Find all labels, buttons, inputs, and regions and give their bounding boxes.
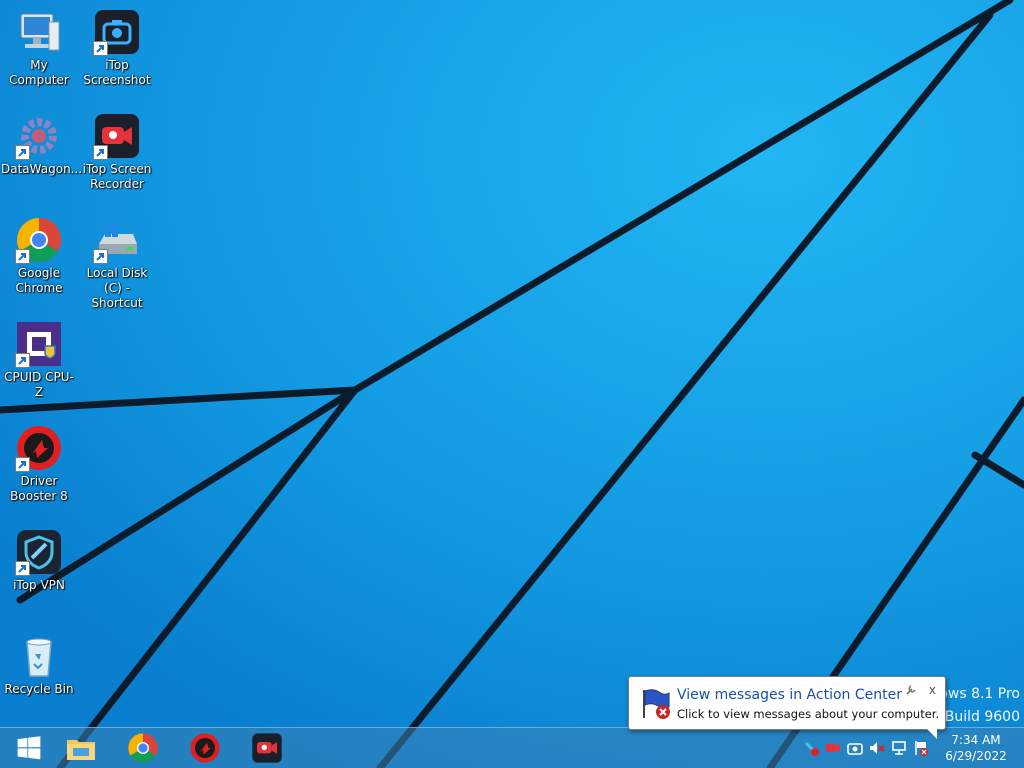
desktop-icon-label: DataWagon... <box>1 162 83 176</box>
folder-icon <box>67 740 95 760</box>
action-center-flag-icon <box>643 689 670 719</box>
speaker-muted-icon[interactable] <box>866 737 888 759</box>
wrench-icon[interactable] <box>905 684 917 696</box>
desktop-icon-label: CPUID CPU-Z <box>4 370 74 399</box>
desktop-icon-label: Driver Booster 8 <box>10 474 68 503</box>
desktop-icon-cpuid-cpu-z[interactable]: CPUID CPU-Z <box>0 314 78 400</box>
shield-icon <box>15 528 63 576</box>
driver-booster-icon <box>15 424 63 472</box>
desktop-icon-label: Local Disk (C) - Shortcut <box>86 266 148 310</box>
notification-close-button[interactable]: x <box>929 683 936 697</box>
camera-app-icon <box>93 8 141 56</box>
shortcut-arrow-icon <box>15 561 30 576</box>
desktop-icon-label: iTop Screenshot <box>83 58 151 87</box>
driver-booster-icon <box>190 733 220 763</box>
taskbar-file-explorer[interactable] <box>52 728 110 768</box>
taskbar-clock[interactable]: 7:34 AM 6/29/2022 <box>936 728 1016 768</box>
desktop-icon-itop-screenshot[interactable]: iTop Screenshot <box>78 2 156 88</box>
shortcut-arrow-icon <box>93 145 108 160</box>
desktop-icon-label: Google Chrome <box>15 266 63 295</box>
action-center-flag-icon[interactable] <box>910 737 932 759</box>
computer-icon <box>15 8 63 56</box>
taskbar-driver-booster[interactable] <box>176 728 234 768</box>
chrome-icon <box>15 216 63 264</box>
desktop-icon-label: My Computer <box>9 58 69 87</box>
desktop-icon-google-chrome[interactable]: Google Chrome <box>0 210 78 296</box>
tray-screen-recorder-icon[interactable] <box>822 737 844 759</box>
taskbar: 7:34 AM 6/29/2022 <box>0 727 1024 768</box>
system-tray <box>800 728 932 768</box>
shortcut-arrow-icon <box>93 41 108 56</box>
balloon-tail <box>927 729 937 739</box>
taskbar-google-chrome[interactable] <box>114 728 172 768</box>
desktop-icon-label: iTop Screen Recorder <box>82 162 152 191</box>
shortcut-arrow-icon <box>15 457 30 472</box>
network-icon[interactable] <box>888 737 910 759</box>
shortcut-arrow-icon <box>15 145 30 160</box>
gear-icon <box>15 112 63 160</box>
desktop-icon-itop-screen-recorder[interactable]: iTop Screen Recorder <box>78 106 156 192</box>
clock-time: 7:34 AM <box>951 733 1001 747</box>
video-camera-icon <box>252 733 282 763</box>
os-watermark-line2: Build 9600 <box>944 709 1020 725</box>
desktop-icon-local-disk-shortcut[interactable]: Local Disk (C) - Shortcut <box>78 210 156 311</box>
desktop-icon-label: Recycle Bin <box>4 682 74 696</box>
notification-title: View messages in Action Center <box>677 687 902 703</box>
desktop-icon-driver-booster[interactable]: Driver Booster 8 <box>0 418 78 504</box>
recycle-bin-icon <box>15 632 63 680</box>
os-watermark-line1: ows 8.1 Pro <box>939 686 1020 702</box>
start-button[interactable] <box>0 728 58 768</box>
hard-drive-icon <box>93 216 141 264</box>
desktop-icon-recycle-bin[interactable]: Recycle Bin <box>0 626 78 697</box>
shortcut-arrow-icon <box>93 249 108 264</box>
windows-logo-icon <box>17 736 41 760</box>
video-camera-icon <box>93 112 141 160</box>
cpu-chip-icon <box>15 320 63 368</box>
tray-camera-icon[interactable] <box>844 737 866 759</box>
action-center-notification[interactable]: View messages in Action Center Click to … <box>628 676 946 739</box>
clock-date: 6/29/2022 <box>945 749 1007 763</box>
desktop-icon-my-computer[interactable]: My Computer <box>0 2 78 88</box>
shortcut-arrow-icon <box>15 249 30 264</box>
taskbar-itop-screen-recorder[interactable] <box>238 728 296 768</box>
chrome-icon <box>128 733 158 763</box>
shortcut-arrow-icon <box>15 353 30 368</box>
desktop-icon-label: iTop VPN <box>13 578 65 592</box>
notification-body: Click to view messages about your comput… <box>677 707 940 721</box>
desktop-icon-datawagon[interactable]: DataWagon... <box>0 106 83 177</box>
tray-itop-vpn-icon[interactable] <box>800 737 822 759</box>
desktop-icon-itop-vpn[interactable]: iTop VPN <box>0 522 78 593</box>
